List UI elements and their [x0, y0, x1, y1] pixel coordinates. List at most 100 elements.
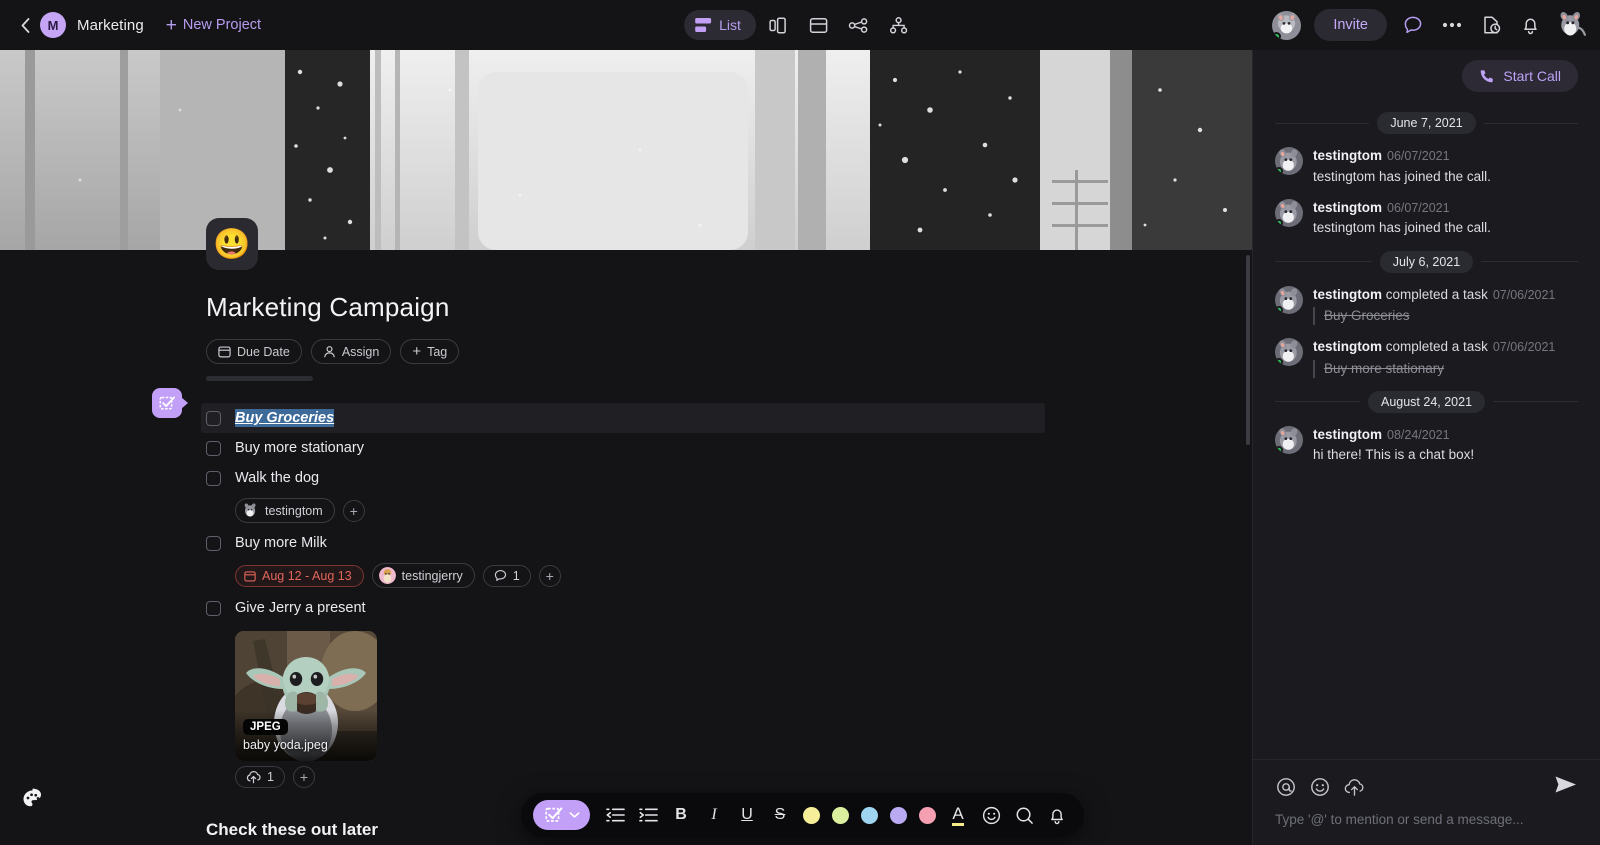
color-swatch-blue[interactable]: [856, 800, 882, 830]
list-item[interactable]: testingtom completed a task 07/06/2021 Bu…: [1275, 285, 1578, 326]
current-user-avatar[interactable]: [1272, 10, 1302, 40]
search-icon[interactable]: [1009, 800, 1039, 830]
assign-button[interactable]: Assign: [310, 339, 392, 364]
chat-message-input[interactable]: [1275, 812, 1578, 827]
assignee-chip[interactable]: testingjerry: [371, 563, 475, 588]
message-author: testingtom: [1313, 148, 1382, 163]
text-color-icon[interactable]: A: [943, 800, 973, 830]
chat-bubble-icon[interactable]: [1400, 12, 1426, 38]
list-item[interactable]: testingtom 06/07/2021 testingtom has join…: [1275, 147, 1578, 186]
due-date-button[interactable]: Due Date: [206, 339, 302, 364]
tab-list[interactable]: List: [684, 10, 756, 40]
task-label[interactable]: Give Jerry a present: [235, 600, 366, 616]
date-separator: July 6, 2021: [1275, 250, 1579, 273]
workspace-name[interactable]: Marketing: [77, 17, 144, 34]
online-status-dot: [1275, 218, 1283, 227]
underline-icon[interactable]: U: [732, 800, 762, 830]
workspace-avatar[interactable]: M: [40, 12, 66, 38]
app-root: M Marketing + New Project List Invite 😃 …: [0, 0, 1600, 845]
theme-palette-button[interactable]: [18, 785, 46, 813]
outdent-icon[interactable]: [600, 800, 630, 830]
tag-button[interactable]: + Tag: [400, 339, 460, 364]
list-item[interactable]: testingtom 08/24/2021 hi there! This is a…: [1275, 425, 1578, 465]
message-time: 08/24/2021: [1387, 427, 1450, 442]
list-item[interactable]: testingtom 06/07/2021 testingtom has join…: [1275, 198, 1578, 238]
upload-icon[interactable]: [1343, 776, 1365, 798]
send-button[interactable]: [1554, 774, 1578, 800]
date-separator: June 7, 2021: [1275, 112, 1579, 134]
document-history-icon[interactable]: [1478, 12, 1504, 38]
date-badge[interactable]: Aug 12 - Aug 13: [235, 564, 364, 587]
task-chip-row: Aug 12 - Aug 13 testingjerry 1 +: [235, 563, 1252, 588]
message-body: testingtom 06/07/2021 testingtom has join…: [1313, 199, 1491, 238]
message-action: completed a task: [1385, 286, 1488, 302]
add-property-button[interactable]: +: [538, 564, 561, 587]
task-checkbox[interactable]: [206, 440, 221, 456]
assignee-chip[interactable]: testingtom: [235, 498, 335, 523]
table-row[interactable]: Buy more Milk: [206, 528, 1252, 558]
bold-icon[interactable]: B: [666, 800, 696, 830]
tab-table[interactable]: [802, 9, 836, 41]
color-swatch-green[interactable]: [827, 800, 853, 830]
color-swatch-pink[interactable]: [914, 800, 940, 830]
tab-board[interactable]: [762, 9, 796, 41]
start-call-button[interactable]: Start Call: [1462, 60, 1578, 92]
bell-icon[interactable]: [1042, 800, 1072, 830]
message-author: testingtom: [1313, 339, 1382, 355]
tab-org-chart[interactable]: [882, 9, 916, 41]
new-project-button[interactable]: + New Project: [166, 16, 261, 35]
task-checkbox[interactable]: [206, 410, 221, 426]
user-avatar-large[interactable]: [1556, 10, 1586, 40]
message-header: testingtom completed a task 07/06/2021: [1313, 286, 1555, 304]
task-label[interactable]: Buy more Milk: [235, 535, 327, 551]
task-checkbox[interactable]: [206, 470, 221, 486]
upload-count-chip[interactable]: 1: [235, 766, 285, 788]
add-property-button[interactable]: +: [292, 766, 315, 788]
list-item[interactable]: testingtom completed a task 07/06/2021 Bu…: [1275, 338, 1578, 378]
at-mention-icon[interactable]: [1275, 776, 1297, 798]
main-scrollbar[interactable]: [1246, 255, 1250, 445]
emoji-icon[interactable]: [976, 800, 1006, 830]
date-separator: August 24, 2021: [1275, 390, 1579, 413]
task-checkbox[interactable]: [206, 600, 221, 616]
color-swatch-purple[interactable]: [885, 800, 911, 830]
comment-count-chip[interactable]: 1: [482, 564, 531, 587]
more-options-icon[interactable]: [1439, 12, 1465, 38]
table-row[interactable]: Give Jerry a present: [206, 593, 1252, 623]
table-row[interactable]: Buy more stationary: [206, 433, 1252, 463]
color-swatch-yellow[interactable]: [798, 800, 824, 830]
message-text: testingtom has joined the call.: [1313, 168, 1491, 184]
task-label[interactable]: Buy more stationary: [235, 440, 364, 456]
indent-icon[interactable]: [633, 800, 663, 830]
invite-button[interactable]: Invite: [1314, 9, 1387, 41]
table-row[interactable]: Walk the dog: [206, 463, 1252, 493]
top-bar-left: M Marketing + New Project: [14, 10, 261, 40]
node-type-selector[interactable]: [533, 800, 590, 830]
message-author: testingtom: [1313, 286, 1382, 302]
message-header: testingtom completed a task 07/06/2021: [1313, 338, 1555, 356]
placeholder-line: [206, 376, 313, 381]
quoted-task: Buy more stationary: [1313, 359, 1555, 378]
bell-icon[interactable]: [1517, 12, 1543, 38]
page-title[interactable]: Marketing Campaign: [206, 292, 1252, 323]
checkbox-check-icon: [159, 396, 175, 410]
table-row[interactable]: Buy Groceries: [201, 403, 1045, 433]
online-status-dot: [1275, 358, 1283, 367]
emoji-icon[interactable]: [1309, 776, 1331, 798]
tab-graph[interactable]: [842, 9, 876, 41]
node-type-badge[interactable]: [152, 388, 188, 418]
online-status-dot: [1275, 445, 1283, 454]
add-property-button[interactable]: +: [342, 499, 365, 522]
task-label[interactable]: Buy Groceries: [235, 409, 335, 427]
send-icon: [1555, 776, 1576, 793]
task-label[interactable]: Walk the dog: [235, 470, 319, 486]
message-body: testingtom 08/24/2021 hi there! This is a…: [1313, 426, 1474, 465]
attachment-thumbnail[interactable]: JPEG baby yoda.jpeg: [235, 631, 377, 761]
back-chevron-icon[interactable]: [14, 10, 36, 40]
italic-icon[interactable]: I: [699, 800, 729, 830]
message-time: 06/07/2021: [1387, 149, 1450, 163]
document-emoji[interactable]: 😃: [206, 218, 258, 270]
cover-banner-image[interactable]: [0, 50, 1252, 250]
task-checkbox[interactable]: [206, 535, 221, 551]
strikethrough-icon[interactable]: S: [765, 800, 795, 830]
